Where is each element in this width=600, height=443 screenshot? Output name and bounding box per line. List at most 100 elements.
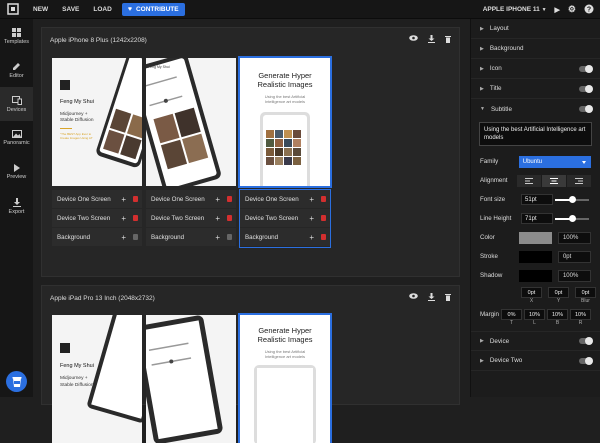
svg-text:Midjourney +: Midjourney + xyxy=(60,111,88,117)
layer-row[interactable]: Background + xyxy=(146,228,236,246)
help-icon[interactable]: ? xyxy=(584,4,594,16)
trash-icon xyxy=(133,234,138,240)
layer-column: Device One Screen + Device Two Screen + Ba… xyxy=(146,190,236,247)
icon-toggle[interactable] xyxy=(579,64,593,73)
margin-top-input[interactable]: 0% xyxy=(501,309,522,320)
align-center-button[interactable] xyxy=(542,174,566,187)
download-icon[interactable] xyxy=(428,293,435,303)
section-icon[interactable]: ▶ Icon xyxy=(471,59,600,79)
margin-left-input[interactable]: 10% xyxy=(524,309,545,320)
shadow-blur-input[interactable]: 0pt xyxy=(575,287,596,298)
stroke-row: Stroke 0pt xyxy=(471,247,600,266)
stroke-width-input[interactable]: 0pt xyxy=(557,250,591,263)
margin-right-input[interactable]: 10% xyxy=(570,309,591,320)
screenshot-preview-selected[interactable]: Generate Hyper Realistic Images Using th… xyxy=(238,313,332,443)
chevron-right-icon: ▶ xyxy=(480,65,484,72)
gear-icon[interactable]: ⚙ xyxy=(568,4,576,15)
coffee-cup-icon xyxy=(12,376,21,387)
trash-icon xyxy=(227,215,232,221)
app-logo[interactable] xyxy=(0,0,26,19)
trash-icon xyxy=(321,215,326,221)
screenshot-preview[interactable]: Feng My Shui Midjourney + Stable Diffusi… xyxy=(52,315,142,443)
trash-icon xyxy=(133,215,138,221)
trash-icon[interactable] xyxy=(445,35,451,45)
device-select[interactable]: APPLE IPHONE 11 ▼ xyxy=(483,6,547,13)
line-height-slider[interactable] xyxy=(555,214,589,222)
add-icon: + xyxy=(215,213,220,223)
title-toggle[interactable] xyxy=(579,84,593,93)
sidebar-item-export[interactable]: Export xyxy=(0,189,33,223)
line-height-input[interactable]: 71pt xyxy=(521,213,553,224)
add-icon: + xyxy=(309,194,314,204)
font-family-select[interactable]: Ubuntu xyxy=(518,155,591,168)
layer-row[interactable]: Device Two Screen + xyxy=(52,209,142,227)
layer-row[interactable]: Device One Screen + xyxy=(240,190,330,208)
screenshots-row: Feng My Shui Midjourney + Stable Diffusi… xyxy=(52,56,332,188)
font-size-slider[interactable] xyxy=(555,195,589,203)
sidebar-item-preview[interactable]: Preview xyxy=(0,155,33,189)
download-icon[interactable] xyxy=(428,35,435,45)
subtitle-textarea[interactable]: Using the best Artificial Intelligence a… xyxy=(479,122,592,146)
trash-icon xyxy=(227,196,232,202)
coffee-button[interactable] xyxy=(6,371,27,392)
eye-icon[interactable] xyxy=(409,35,418,45)
trash-icon xyxy=(227,234,232,240)
new-button[interactable]: NEW xyxy=(26,6,55,13)
device-card: Apple iPhone 8 Plus (1242x2208) Feng My … xyxy=(41,27,460,277)
align-left-button[interactable] xyxy=(517,174,541,187)
subtitle-toggle[interactable] xyxy=(579,105,593,113)
top-bar: NEW SAVE LOAD ♥ CONTRIBUTE APPLE IPHONE … xyxy=(0,0,600,19)
add-icon: + xyxy=(121,213,126,223)
load-button[interactable]: LOAD xyxy=(86,6,118,13)
family-row: Family Ubuntu xyxy=(471,152,600,171)
device-two-toggle[interactable] xyxy=(579,356,593,365)
font-size-input[interactable]: 51pt xyxy=(521,194,553,205)
sidebar-item-panoramic[interactable]: Panoramic xyxy=(0,121,33,155)
shadow-offsets-row: 0pt X 0pt Y 0pt Blur xyxy=(471,285,600,307)
stroke-swatch[interactable] xyxy=(519,250,552,263)
device-card: Apple iPad Pro 13 Inch (2048x2732) Feng … xyxy=(41,285,460,443)
layer-row[interactable]: Device One Screen + xyxy=(52,190,142,208)
section-background[interactable]: ▶ Background xyxy=(471,39,600,59)
screenshot-preview[interactable]: Feng My Shui xyxy=(146,58,236,186)
chevron-right-icon: ▶ xyxy=(480,25,484,32)
shadow-row: Shadow 100% xyxy=(471,266,600,285)
section-subtitle[interactable]: ▼ Subtitle xyxy=(471,99,600,119)
shadow-swatch[interactable] xyxy=(519,269,552,282)
margin-bottom-input[interactable]: 10% xyxy=(547,309,568,320)
shadow-x-input[interactable]: 0pt xyxy=(521,287,542,298)
section-device[interactable]: ▶ Device xyxy=(471,331,600,351)
play-icon[interactable]: ▶ xyxy=(555,6,560,14)
save-button[interactable]: SAVE xyxy=(55,6,86,13)
sidebar-item-editor[interactable]: Editor xyxy=(0,53,33,87)
contribute-button[interactable]: ♥ CONTRIBUTE xyxy=(121,2,185,16)
svg-text:Intelligence art models: Intelligence art models xyxy=(265,99,305,104)
section-device-two[interactable]: ▶ Device Two xyxy=(471,351,600,371)
layer-row[interactable]: Device Two Screen + xyxy=(146,209,236,227)
chevron-right-icon: ▶ xyxy=(480,357,484,364)
alignment-row: Alignment xyxy=(471,171,600,190)
font-size-row: Font size 51pt xyxy=(471,190,600,209)
shadow-y-input[interactable]: 0pt xyxy=(548,287,569,298)
margin-row: Margin 0% T 10% L 10% B 10% R xyxy=(471,307,600,331)
trash-icon[interactable] xyxy=(445,293,451,303)
section-title[interactable]: ▶ Title xyxy=(471,79,600,99)
section-layout[interactable]: ▶ Layout xyxy=(471,19,600,39)
screenshot-preview-selected[interactable]: Generate Hyper Realistic Images Using th… xyxy=(238,56,332,188)
color-swatch[interactable] xyxy=(519,231,552,244)
sidebar-item-devices[interactable]: Devices xyxy=(0,87,33,121)
layer-row[interactable]: Background + xyxy=(240,228,330,246)
layer-row[interactable]: Device Two Screen + xyxy=(240,209,330,227)
heart-icon: ♥ xyxy=(127,5,132,13)
screenshot-preview[interactable]: Feng My Shui Midjourney + Stable Diffusi… xyxy=(52,58,142,186)
eye-icon[interactable] xyxy=(409,293,418,303)
device-toggle[interactable] xyxy=(579,337,593,345)
sidebar-item-templates[interactable]: Templates xyxy=(0,19,33,53)
color-opacity-input[interactable]: 100% xyxy=(557,231,591,244)
layer-row[interactable]: Device One Screen + xyxy=(146,190,236,208)
shadow-opacity-input[interactable]: 100% xyxy=(557,269,591,282)
layer-row[interactable]: Background + xyxy=(52,228,142,246)
screenshot-preview[interactable] xyxy=(146,315,236,443)
align-right-button[interactable] xyxy=(567,174,591,187)
svg-text:Midjourney +: Midjourney + xyxy=(60,375,88,381)
